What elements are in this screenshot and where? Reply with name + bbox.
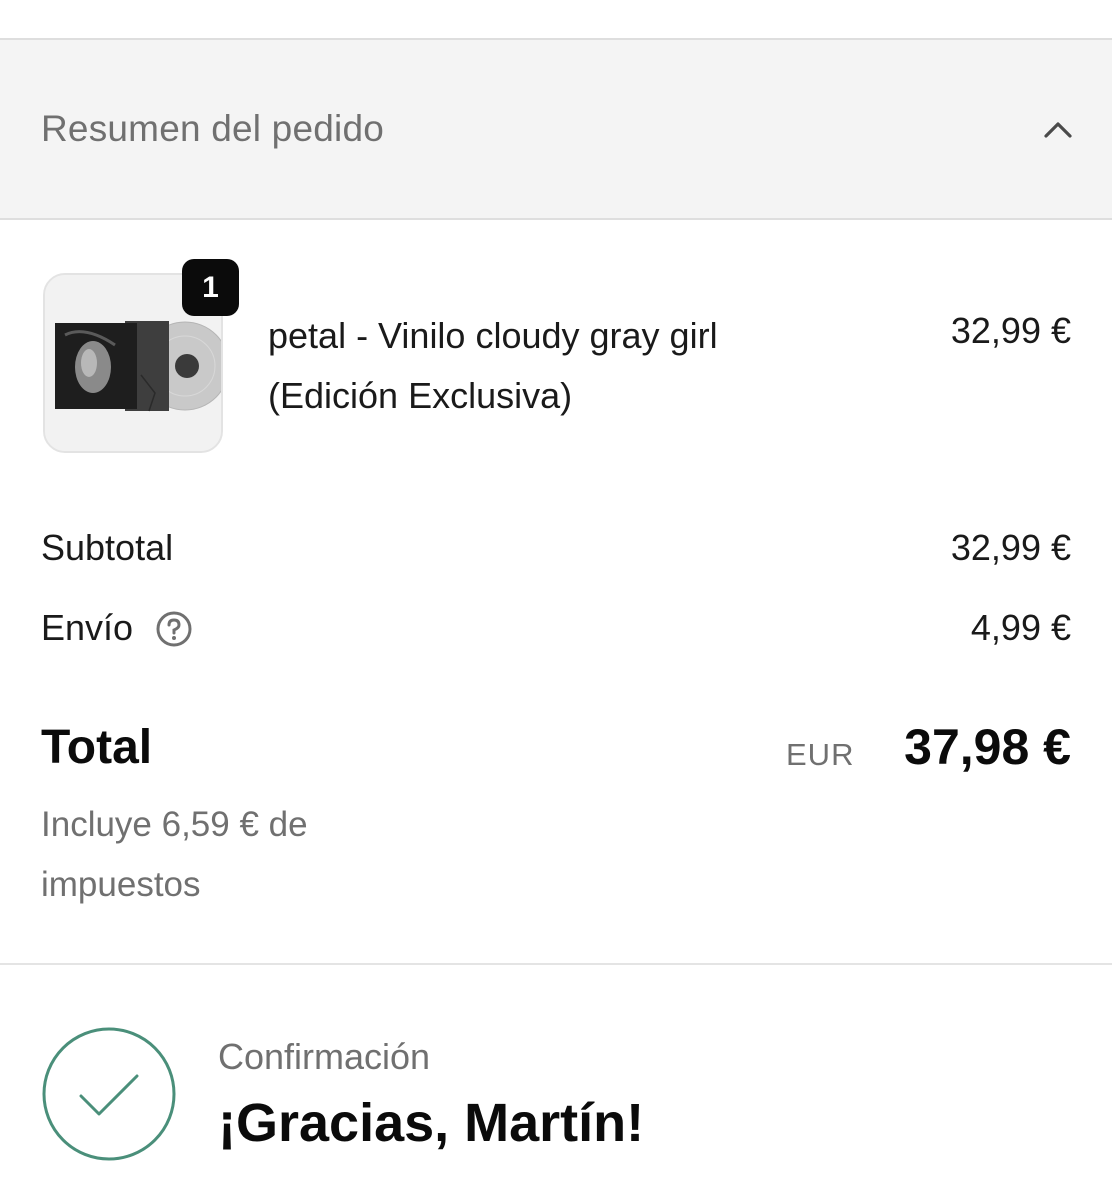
product-price: 32,99 €: [950, 310, 1071, 351]
subtotal-value: 32,99 €: [950, 527, 1071, 568]
order-summary-title[interactable]: Resumen del pedido: [41, 108, 384, 150]
top-strip: [0, 0, 1112, 38]
total-label: Total: [41, 721, 153, 774]
total-amount: 37,98 €: [904, 719, 1071, 775]
subtotal-label: Subtotal: [41, 527, 174, 568]
section-divider: [0, 963, 1112, 965]
checkout-page: Resumen del pedido 1 petal - Vinilo clou…: [0, 0, 1112, 1200]
quantity-badge: 1: [182, 259, 239, 316]
shipping-value: 4,99 €: [970, 607, 1071, 648]
product-name: petal - Vinilo cloudy gray girl (Edición…: [268, 315, 718, 416]
question-circle-icon[interactable]: [155, 610, 193, 648]
shipping-label: Envío: [41, 607, 134, 648]
check-circle-icon: [42, 1027, 176, 1161]
tax-note: Incluye 6,59 € de impuestos: [41, 805, 308, 904]
currency-code: EUR: [786, 737, 855, 772]
confirmation-title: ¡Gracias, Martín!: [218, 1093, 645, 1153]
chevron-up-icon[interactable]: [1038, 110, 1078, 150]
confirmation-subtitle: Confirmación: [218, 1036, 431, 1077]
